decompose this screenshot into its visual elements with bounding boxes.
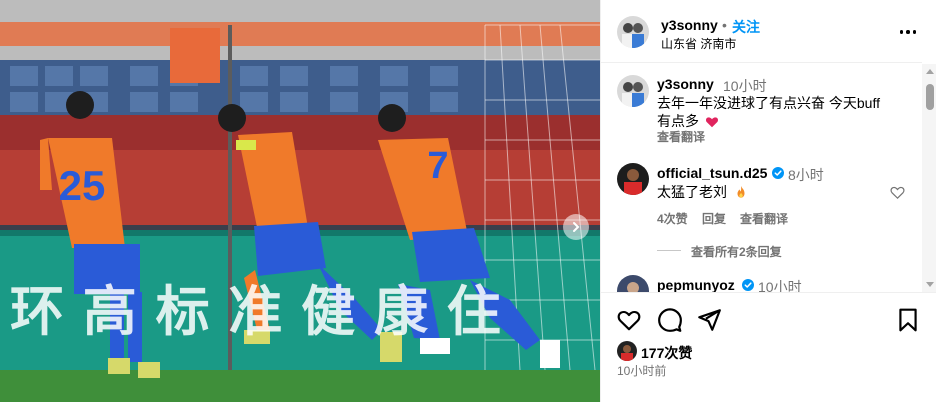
comment-text-line1: 去年一年没进球了有点兴奋 今天buff <box>657 95 880 111</box>
post-actions: 177次赞 10小时前 <box>601 292 936 402</box>
post-timestamp[interactable]: 10小时前 <box>617 362 666 379</box>
avatar-image <box>617 75 649 107</box>
led-banner-text: 环 高 标 准 健 康 住 <box>10 280 501 343</box>
post-header: y3sonny • 关注 山东省 济南市 <box>601 0 922 63</box>
reply-link[interactable]: 回复 <box>702 210 726 227</box>
follow-button[interactable]: 关注 <box>732 17 760 37</box>
comment-username[interactable]: y3sonny <box>657 76 714 92</box>
comment-avatar[interactable] <box>617 275 649 292</box>
jersey-number-25: 25 <box>59 162 106 209</box>
avatar-image <box>617 16 649 48</box>
comment-username[interactable]: pepmunyoz <box>657 277 735 292</box>
comment-time[interactable]: 10小时 <box>723 76 767 96</box>
heart-icon[interactable] <box>616 307 642 333</box>
comment-username[interactable]: official_tsun.d25 <box>657 165 767 181</box>
view-replies-link[interactable]: 查看所有2条回复 <box>691 243 782 260</box>
avatar-image <box>617 163 649 195</box>
verified-badge-icon <box>742 279 754 291</box>
comments-scrollbar[interactable] <box>922 64 936 292</box>
comments-list: y3sonny 10小时 去年一年没进球了有点兴奋 今天buff 有点多 查看翻… <box>601 64 922 292</box>
see-translation-link[interactable]: 查看翻译 <box>657 128 705 145</box>
bookmark-icon[interactable] <box>895 307 921 333</box>
jersey-number-7: 7 <box>427 145 448 187</box>
scroll-up-arrow-icon[interactable] <box>926 69 934 74</box>
red-heart-emoji-icon <box>705 117 719 128</box>
comment-avatar[interactable] <box>617 163 649 195</box>
verified-badge-icon <box>772 167 784 179</box>
next-photo-button[interactable] <box>563 214 589 240</box>
author-avatar[interactable] <box>617 16 649 48</box>
fire-emoji-icon <box>737 185 745 198</box>
comment-likes-count[interactable]: 4次赞 <box>657 210 688 227</box>
scroll-down-arrow-icon[interactable] <box>926 282 934 287</box>
likes-count[interactable]: 177次赞 <box>641 343 692 363</box>
comment-time[interactable]: 10小时 <box>758 277 802 292</box>
avatar-image <box>617 341 637 361</box>
post-photo: 25 7 环 高 标 准 健 康 住 <box>0 0 600 402</box>
author-username[interactable]: y3sonny <box>661 17 718 33</box>
replies-divider <box>657 250 681 251</box>
scroll-thumb[interactable] <box>926 84 934 110</box>
post-sidebar: y3sonny • 关注 山东省 济南市 y3sonny 10小时 去年一年没进… <box>600 0 936 402</box>
comment-text: 太猛了老刘 <box>657 184 727 200</box>
comment-avatar[interactable] <box>617 75 649 107</box>
chevron-right-icon <box>573 222 580 232</box>
separator-dot: • <box>722 17 727 33</box>
liker-avatar[interactable] <box>617 341 637 361</box>
like-comment-heart-icon[interactable] <box>890 185 905 200</box>
see-translation-link[interactable]: 查看翻译 <box>740 210 788 227</box>
celebration-photo: 25 7 环 高 标 准 健 康 住 <box>0 0 600 402</box>
send-icon[interactable] <box>696 307 722 333</box>
post-location[interactable]: 山东省 济南市 <box>661 35 736 52</box>
avatar-image <box>617 275 649 292</box>
comment-icon[interactable] <box>657 307 683 333</box>
more-options-icon[interactable] <box>897 23 919 41</box>
comment-time[interactable]: 8小时 <box>788 165 824 185</box>
